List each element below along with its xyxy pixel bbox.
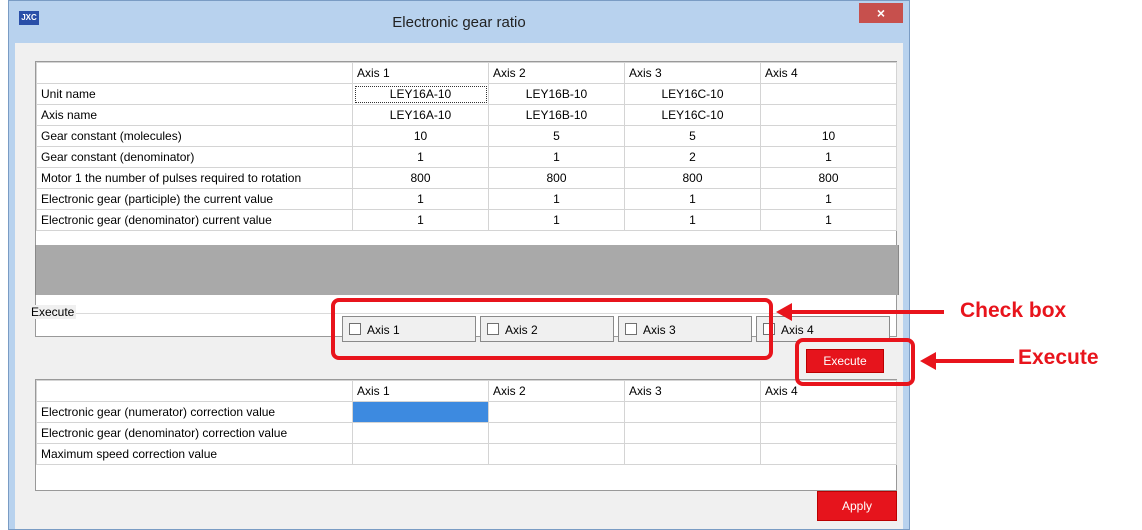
dialog-window: JXC Electronic gear ratio × Axis 1 Axis … [8,0,910,530]
table-cell[interactable]: LEY16C-10 [624,104,761,126]
row-label: Electronic gear (participle) the current… [36,188,353,210]
corner-cell [36,62,353,84]
row-label: Gear constant (molecules) [36,125,353,147]
table-cell-selected[interactable] [352,401,489,423]
column-header: Axis 3 [624,380,761,402]
checkbox-highlight-box [331,298,773,360]
table-row: Motor 1 the number of pulses required to… [36,167,897,189]
execute-group-label: Execute [29,305,77,319]
table-cell[interactable] [624,401,761,423]
row-label: Gear constant (denominator) [36,146,353,168]
column-header: Axis 2 [488,62,625,84]
table-cell[interactable]: LEY16A-10 [352,83,489,105]
column-header: Axis 1 [352,62,489,84]
table-cell[interactable]: 10 [352,125,489,147]
row-label: Electronic gear (denominator) current va… [36,209,353,231]
checkbox-arrow-line [790,310,944,314]
table-cell[interactable]: 1 [624,188,761,210]
table-row: Electronic gear (participle) the current… [36,188,897,210]
table-cell[interactable] [624,422,761,444]
table-cell[interactable] [760,422,897,444]
column-header: Axis 4 [760,62,897,84]
table-row: Electronic gear (numerator) correction v… [36,401,897,423]
column-header: Axis 2 [488,380,625,402]
corner-cell [36,380,353,402]
table-cell[interactable]: 1 [760,188,897,210]
table-row: Maximum speed correction value [36,443,897,465]
table-cell[interactable]: LEY16B-10 [488,104,625,126]
table-cell[interactable]: 5 [488,125,625,147]
table-cell[interactable]: 1 [488,146,625,168]
row-label: Electronic gear (numerator) correction v… [36,401,353,423]
table-cell[interactable]: 1 [488,188,625,210]
execute-arrow-line [934,359,1014,363]
row-label: Electronic gear (denominator) correction… [36,422,353,444]
table-cell[interactable] [488,443,625,465]
execute-highlight-box [795,338,915,386]
table-row: Electronic gear (denominator) current va… [36,209,897,231]
table-cell[interactable]: 1 [760,146,897,168]
current-values-table: Axis 1 Axis 2 Axis 3 Axis 4 Unit name LE… [36,62,897,231]
table-row: Axis name LEY16A-10 LEY16B-10 LEY16C-10 [36,104,897,126]
table-cell[interactable]: 1 [352,188,489,210]
table-cell[interactable]: 1 [760,209,897,231]
column-header: Axis 1 [352,380,489,402]
row-label: Axis name [36,104,353,126]
window-title: Electronic gear ratio [392,14,526,31]
table-header-row: Axis 1 Axis 2 Axis 3 Axis 4 [36,62,897,84]
table-cell[interactable]: LEY16B-10 [488,83,625,105]
checkbox-annotation-text: Check box [960,299,1067,322]
table-cell[interactable]: 1 [488,209,625,231]
row-label: Unit name [36,83,353,105]
table-cell[interactable] [488,401,625,423]
table-header-row: Axis 1 Axis 2 Axis 3 Axis 4 [36,380,897,402]
table-cell[interactable]: 5 [624,125,761,147]
table-cell[interactable] [352,443,489,465]
table-row: Gear constant (denominator) 1 1 2 1 [36,146,897,168]
table-row: Unit name LEY16A-10 LEY16B-10 LEY16C-10 [36,83,897,105]
table-cell[interactable] [760,83,897,105]
table-cell[interactable]: 800 [624,167,761,189]
table-cell[interactable] [760,401,897,423]
table-cell[interactable] [352,422,489,444]
table-cell[interactable]: 1 [624,209,761,231]
table-cell[interactable] [760,443,897,465]
table-cell[interactable]: 2 [624,146,761,168]
table-cell[interactable]: 1 [352,146,489,168]
table-cell[interactable] [624,443,761,465]
table-row: Gear constant (molecules) 10 5 5 10 [36,125,897,147]
table-cell[interactable]: LEY16C-10 [624,83,761,105]
table-cell[interactable]: 800 [760,167,897,189]
table-cell[interactable]: 10 [760,125,897,147]
column-header: Axis 3 [624,62,761,84]
close-button[interactable]: × [859,3,903,23]
execute-annotation-text: Execute [1018,346,1099,369]
title-bar: JXC Electronic gear ratio × [9,1,909,37]
table-cell[interactable] [760,104,897,126]
correction-values-table: Axis 1 Axis 2 Axis 3 Axis 4 Electronic g… [36,380,897,465]
table-cell[interactable]: LEY16A-10 [352,104,489,126]
table-cell[interactable]: 800 [352,167,489,189]
apply-button[interactable]: Apply [817,491,897,521]
row-label: Motor 1 the number of pulses required to… [36,167,353,189]
axis-4-checkbox-label: Axis 4 [781,323,814,337]
table-cell[interactable] [488,422,625,444]
dialog-client-area: Axis 1 Axis 2 Axis 3 Axis 4 Unit name LE… [15,43,903,529]
table-cell[interactable]: 800 [488,167,625,189]
table-row: Electronic gear (denominator) correction… [36,422,897,444]
grid-empty-area [35,245,899,295]
row-label: Maximum speed correction value [36,443,353,465]
table-cell[interactable]: 1 [352,209,489,231]
